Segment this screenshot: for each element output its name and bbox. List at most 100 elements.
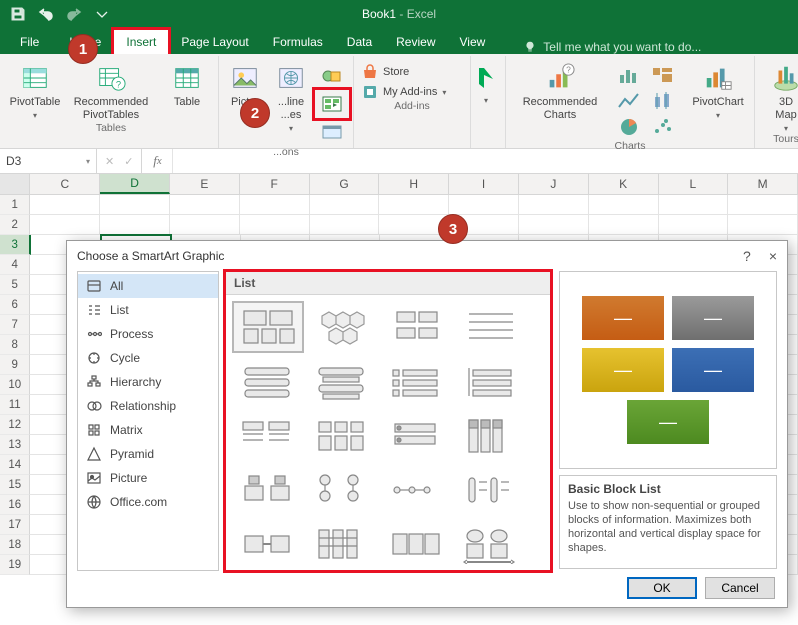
- smartart-button[interactable]: [315, 90, 349, 118]
- row-header[interactable]: 10: [0, 375, 30, 395]
- row-header[interactable]: 5: [0, 275, 30, 295]
- col-header[interactable]: M: [728, 174, 798, 194]
- layout-thumb[interactable]: [454, 411, 524, 461]
- pivottable-button[interactable]: PivotTable▾: [8, 58, 62, 120]
- cell[interactable]: [589, 195, 659, 215]
- cell[interactable]: [310, 215, 380, 235]
- select-all-corner[interactable]: [0, 174, 30, 194]
- bing-maps-button[interactable]: ▾: [471, 56, 506, 148]
- layout-thumb[interactable]: [232, 411, 302, 461]
- cell[interactable]: [519, 215, 589, 235]
- layout-thumb[interactable]: [306, 465, 376, 515]
- row-header[interactable]: 12: [0, 415, 30, 435]
- row-header[interactable]: 7: [0, 315, 30, 335]
- column-chart-button[interactable]: [612, 62, 646, 88]
- layout-thumb[interactable]: [380, 519, 450, 569]
- layout-thumb[interactable]: [456, 301, 526, 351]
- redo-icon[interactable]: [66, 6, 82, 22]
- row-header[interactable]: 18: [0, 535, 30, 555]
- cell[interactable]: [30, 195, 100, 215]
- save-icon[interactable]: [10, 6, 26, 22]
- row-header[interactable]: 9: [0, 355, 30, 375]
- cell[interactable]: [240, 195, 310, 215]
- cell[interactable]: [170, 195, 240, 215]
- qat-customize-icon[interactable]: [94, 6, 110, 22]
- row-header[interactable]: 2: [0, 215, 30, 235]
- cancel-button[interactable]: Cancel: [705, 577, 775, 599]
- screenshot-button[interactable]: [315, 118, 349, 146]
- cell[interactable]: [379, 195, 449, 215]
- layout-thumb[interactable]: [232, 301, 304, 353]
- tab-view[interactable]: View: [448, 30, 498, 54]
- layout-thumb[interactable]: [306, 519, 376, 569]
- cell[interactable]: [100, 215, 170, 235]
- row-header[interactable]: 15: [0, 475, 30, 495]
- row-header[interactable]: 14: [0, 455, 30, 475]
- row-header[interactable]: 11: [0, 395, 30, 415]
- pivotchart-button[interactable]: PivotChart▾: [686, 58, 750, 120]
- line-chart-button[interactable]: [612, 88, 646, 114]
- online-pictures-button[interactable]: ...line ...es▾: [269, 58, 313, 133]
- col-header[interactable]: D: [100, 174, 170, 194]
- scatter-chart-button[interactable]: [646, 114, 680, 140]
- category-process[interactable]: Process: [78, 322, 218, 346]
- col-header[interactable]: I: [449, 174, 519, 194]
- tell-me[interactable]: Tell me what you want to do...: [523, 40, 701, 54]
- row-header[interactable]: 19: [0, 555, 30, 575]
- layout-thumb[interactable]: [454, 519, 524, 569]
- layout-thumb[interactable]: [232, 519, 302, 569]
- col-header[interactable]: H: [379, 174, 449, 194]
- cell[interactable]: [659, 195, 729, 215]
- category-hierarchy[interactable]: Hierarchy: [78, 370, 218, 394]
- layout-thumb[interactable]: [232, 465, 302, 515]
- row-header[interactable]: 17: [0, 515, 30, 535]
- layout-thumb[interactable]: [454, 465, 524, 515]
- shapes-button[interactable]: [315, 62, 349, 90]
- undo-icon[interactable]: [38, 6, 54, 22]
- layout-thumb[interactable]: [380, 465, 450, 515]
- cell[interactable]: [449, 195, 519, 215]
- cell[interactable]: [240, 215, 310, 235]
- tab-insert[interactable]: Insert: [113, 29, 169, 54]
- cell[interactable]: [519, 195, 589, 215]
- tab-file[interactable]: File: [8, 30, 57, 54]
- cell[interactable]: [728, 215, 798, 235]
- cell[interactable]: [100, 195, 170, 215]
- row-header[interactable]: 4: [0, 255, 30, 275]
- store-button[interactable]: Store: [362, 64, 462, 80]
- 3d-map-button[interactable]: 3D Map▾: [759, 58, 798, 133]
- tab-review[interactable]: Review: [384, 30, 447, 54]
- cell[interactable]: [310, 195, 380, 215]
- category-pyramid[interactable]: Pyramid: [78, 442, 218, 466]
- layout-thumb[interactable]: [380, 357, 450, 407]
- category-relationship[interactable]: Relationship: [78, 394, 218, 418]
- hierarchy-chart-button[interactable]: [646, 62, 680, 88]
- cell[interactable]: [659, 215, 729, 235]
- col-header[interactable]: K: [589, 174, 659, 194]
- pie-chart-button[interactable]: [612, 114, 646, 140]
- tab-page-layout[interactable]: Page Layout: [169, 30, 260, 54]
- table-button[interactable]: Table: [160, 58, 214, 109]
- tab-data[interactable]: Data: [335, 30, 384, 54]
- row-header[interactable]: 6: [0, 295, 30, 315]
- category-office-com[interactable]: Office.com: [78, 490, 218, 514]
- layout-thumb[interactable]: [232, 357, 302, 407]
- category-list[interactable]: List: [78, 298, 218, 322]
- category-picture[interactable]: Picture: [78, 466, 218, 490]
- cell[interactable]: [170, 215, 240, 235]
- cell[interactable]: [30, 215, 100, 235]
- category-matrix[interactable]: Matrix: [78, 418, 218, 442]
- row-header[interactable]: 16: [0, 495, 30, 515]
- col-header[interactable]: E: [170, 174, 240, 194]
- cell[interactable]: [728, 195, 798, 215]
- col-header[interactable]: G: [310, 174, 380, 194]
- fx-button[interactable]: fx: [142, 149, 173, 173]
- row-header[interactable]: 1: [0, 195, 30, 215]
- layout-thumb[interactable]: [380, 411, 450, 461]
- row-header[interactable]: 3: [0, 235, 31, 255]
- recommended-charts-button[interactable]: ? Recommended Charts: [510, 58, 610, 122]
- cell[interactable]: [589, 215, 659, 235]
- name-box[interactable]: D3▾: [0, 149, 97, 173]
- col-header[interactable]: C: [30, 174, 100, 194]
- layout-thumb[interactable]: [306, 357, 376, 407]
